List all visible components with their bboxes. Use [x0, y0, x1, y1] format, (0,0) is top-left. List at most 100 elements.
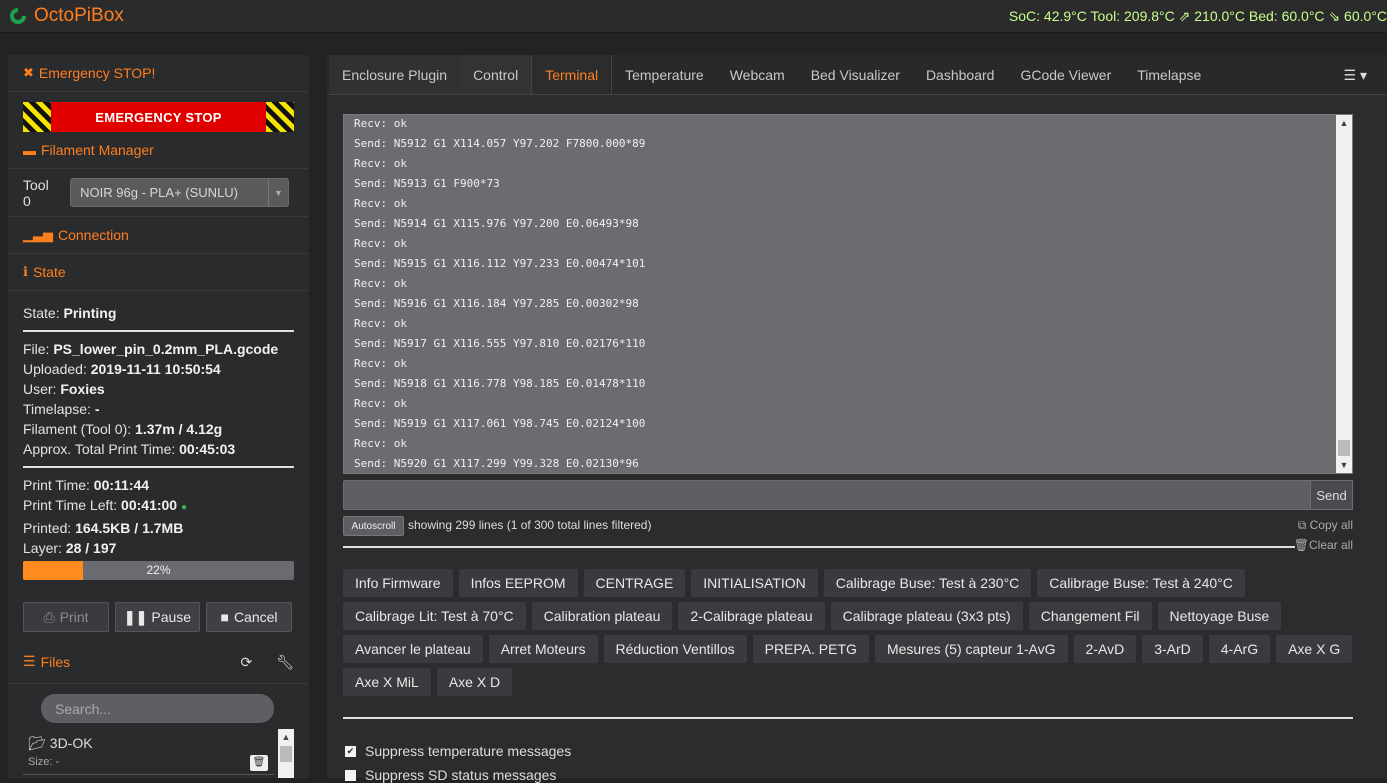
emergency-stop-header[interactable]: ✖ Emergency STOP!	[8, 55, 309, 92]
time-left-value: 00:41:00	[121, 497, 178, 513]
tab-gcode-viewer[interactable]: GCode Viewer	[1007, 55, 1124, 94]
filament-select[interactable]: NOIR 96g - PLA+ (SUNLU) ▼	[70, 178, 289, 207]
status-dot-icon: ●	[180, 502, 188, 513]
file-line: File: PS_lower_pin_0.2mm_PLA.gcode	[23, 339, 294, 359]
macro-button[interactable]: Calibration plateau	[531, 602, 673, 630]
brand-link[interactable]: OctoPiBox	[8, 5, 124, 27]
terminal-command-input[interactable]	[343, 480, 1311, 510]
wrench-icon[interactable]: 🔧︎	[276, 654, 294, 671]
macro-button[interactable]: CENTRAGE	[583, 569, 686, 597]
search-placeholder: Search...	[55, 700, 112, 717]
macro-button[interactable]: PREPA. PETG	[752, 635, 869, 663]
macro-button[interactable]: 4-ArG	[1208, 635, 1271, 663]
file-list-scrollbar[interactable]: ▲	[278, 729, 294, 778]
tab-overflow-menu-icon[interactable]: ☰ ▾	[1344, 67, 1367, 84]
files-header[interactable]: ☰ Files ⟳ 🔧︎	[8, 640, 309, 684]
pause-button-label: Pause	[151, 609, 192, 625]
tab-terminal[interactable]: Terminal	[531, 55, 613, 94]
macro-button[interactable]: Axe X G	[1276, 635, 1353, 663]
state-value: Printing	[63, 305, 117, 321]
terminal-line: Recv: ok	[354, 397, 407, 410]
macro-buttons: Info Firmware Infos EEPROM CENTRAGE INITIAL…	[343, 569, 1353, 696]
macro-button[interactable]: Info Firmware	[343, 569, 453, 597]
hazard-stripe-right	[266, 102, 294, 132]
layer-value: 28 / 197	[65, 540, 117, 556]
macro-button[interactable]: Nettoyage Buse	[1157, 602, 1282, 630]
filament-label: Filament (Tool 0):	[23, 421, 132, 437]
copy-all-link[interactable]: ⧉ Copy all	[1298, 518, 1353, 533]
terminal-lines-info: showing 299 lines (1 of 300 total lines …	[408, 518, 652, 532]
macro-button[interactable]: Axe X D	[436, 668, 513, 696]
close-icon: ✖	[23, 65, 34, 80]
terminal-line: Send: N5917 G1 X116.555 Y97.810 E0.02176…	[354, 337, 646, 350]
files-tools: ⟳ 🔧︎	[240, 654, 294, 671]
main-panel: Enclosure Plugin Control Terminal Temper…	[327, 55, 1387, 783]
job-controls: ⎙ Print ❚❚ Pause ■ Cancel	[8, 602, 309, 632]
filament-manager-title: Filament Manager	[41, 142, 154, 158]
send-button[interactable]: Send	[1310, 480, 1353, 510]
refresh-icon[interactable]: ⟳	[240, 654, 252, 671]
macro-button[interactable]: INITIALISATION	[691, 569, 818, 597]
print-button-label: Print	[59, 609, 89, 625]
user-value: Foxies	[60, 381, 105, 397]
macro-button[interactable]: Changement Fil	[1028, 602, 1152, 630]
macro-button[interactable]: Calibrage Buse: Test à 240°C	[1037, 569, 1245, 597]
scroll-up-icon[interactable]: ▲	[1336, 115, 1352, 131]
macro-button[interactable]: Calibrage plateau (3x3 pts)	[830, 602, 1023, 630]
suppress-temperature-checkbox[interactable]: ✔ Suppress temperature messages	[345, 743, 571, 759]
connection-header[interactable]: ▁▃▅ Connection	[8, 217, 309, 254]
suppress-sd-checkbox[interactable]: Suppress SD status messages	[345, 767, 556, 783]
macro-button[interactable]: Calibrage Buse: Test à 230°C	[823, 569, 1032, 597]
state-line: State: Printing	[23, 303, 294, 323]
state-header[interactable]: ℹ State	[8, 254, 309, 291]
terminal-output[interactable]: Recv: ok Send: N5912 G1 X114.057 Y97.202 …	[343, 114, 1353, 474]
file-list-item[interactable]: 📂︎ 3D-OK Size: - 🗑︎	[23, 729, 274, 775]
macro-button[interactable]: Infos EEPROM	[458, 569, 578, 597]
user-line: User: Foxies	[23, 379, 294, 399]
divider	[343, 717, 1353, 719]
divider	[343, 546, 1295, 548]
clear-all-link[interactable]: 🗑︎Clear all	[1294, 538, 1353, 552]
scroll-up-icon[interactable]: ▲	[278, 729, 294, 745]
filament-manager-header[interactable]: ▬ Filament Manager	[8, 132, 309, 169]
terminal-line: Recv: ok	[354, 357, 407, 370]
tab-control[interactable]: Control	[460, 55, 532, 94]
files-search-row: Search...	[8, 684, 309, 723]
pause-button[interactable]: ❚❚ Pause	[115, 602, 200, 632]
cancel-button[interactable]: ■ Cancel	[206, 602, 292, 632]
terminal-line: Send: N5916 G1 X116.184 Y97.285 E0.00302…	[354, 297, 639, 310]
printed-line: Printed: 164.5KB / 1.7MB	[23, 518, 294, 538]
macro-button[interactable]: Arret Moteurs	[488, 635, 598, 663]
trash-icon[interactable]: 🗑︎	[250, 755, 268, 771]
divider	[23, 330, 294, 332]
file-size: Size: -	[28, 756, 60, 768]
octopi-logo-icon	[10, 8, 26, 24]
macro-button[interactable]: 2-AvD	[1073, 635, 1137, 663]
tab-temperature[interactable]: Temperature	[612, 55, 717, 94]
macro-button[interactable]: Mesures (5) capteur 1-AvG	[874, 635, 1068, 663]
macro-button[interactable]: Calibrage Lit: Test à 70°C	[343, 602, 526, 630]
state-title: State	[32, 264, 66, 280]
print-button[interactable]: ⎙ Print	[23, 602, 109, 632]
tab-enclosure-plugin[interactable]: Enclosure Plugin	[329, 55, 461, 94]
terminal-scrollbar[interactable]: ▲ ▼	[1336, 115, 1352, 473]
scroll-thumb[interactable]	[280, 746, 292, 762]
scroll-thumb[interactable]	[1338, 440, 1350, 456]
terminal-line: Send: N5919 G1 X117.061 Y98.745 E0.02124…	[354, 417, 646, 430]
pause-icon: ❚❚	[123, 608, 148, 625]
tab-timelapse[interactable]: Timelapse	[1124, 55, 1214, 94]
tab-webcam[interactable]: Webcam	[717, 55, 798, 94]
autoscroll-button[interactable]: Autoscroll	[343, 516, 404, 536]
emergency-stop-button[interactable]: EMERGENCY STOP	[23, 102, 294, 132]
stop-icon: ■	[220, 609, 229, 625]
macro-button[interactable]: Réduction Ventillos	[603, 635, 747, 663]
macro-button[interactable]: 3-ArD	[1142, 635, 1203, 663]
scroll-down-icon[interactable]: ▼	[1336, 457, 1352, 473]
files-search-input[interactable]: Search...	[41, 694, 274, 723]
tab-dashboard[interactable]: Dashboard	[913, 55, 1008, 94]
macro-button[interactable]: Avancer le plateau	[343, 635, 483, 663]
macro-button[interactable]: 2-Calibrage plateau	[678, 602, 825, 630]
tab-bed-visualizer[interactable]: Bed Visualizer	[798, 55, 913, 94]
macro-button[interactable]: Axe X MiL	[343, 668, 431, 696]
terminal-line: Recv: ok	[354, 117, 407, 130]
